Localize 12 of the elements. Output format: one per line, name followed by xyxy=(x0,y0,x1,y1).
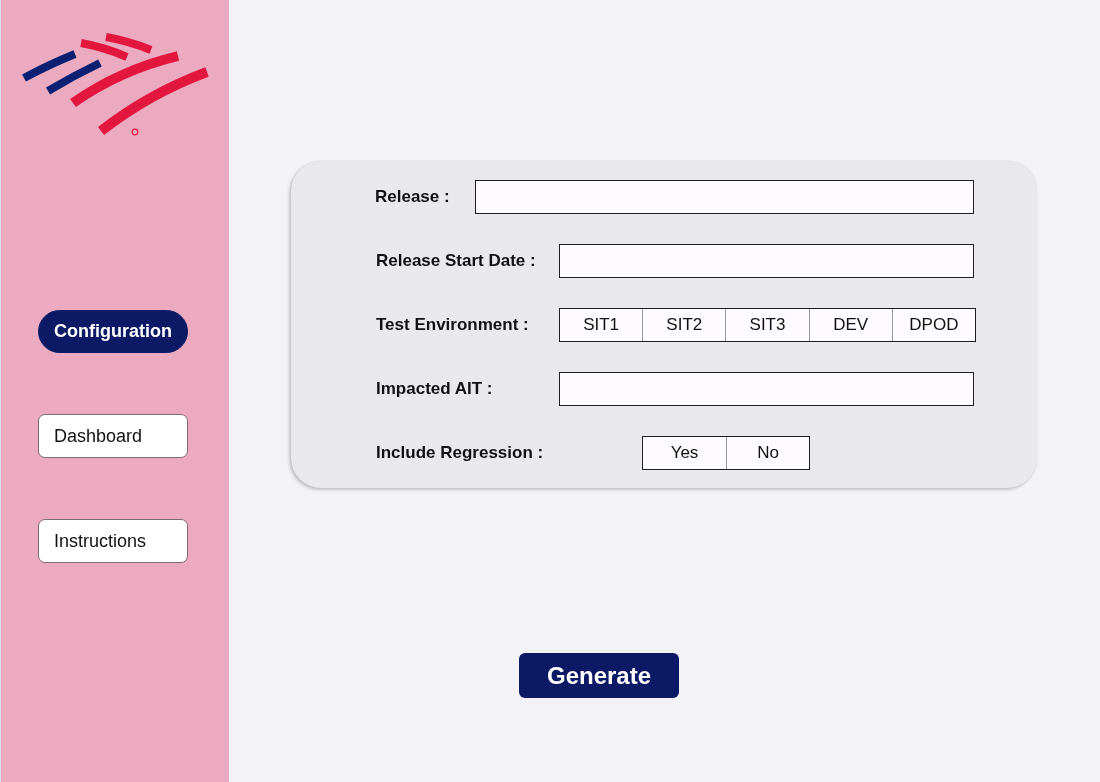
nav-item[interactable]: Dashboard xyxy=(38,414,188,458)
field-label: Test Environment : xyxy=(375,315,530,335)
generate-button[interactable]: Generate xyxy=(519,653,679,698)
input-field[interactable] xyxy=(475,180,974,214)
field-label: Release : xyxy=(375,187,451,207)
field-label: Impacted AIT : xyxy=(375,379,494,399)
field-label: Release Start Date : xyxy=(375,251,537,271)
nav-item[interactable]: Instructions xyxy=(38,519,188,563)
input-field[interactable] xyxy=(559,372,974,406)
nav-item[interactable]: Configuration xyxy=(38,310,188,353)
field-label: Include Regression : xyxy=(375,443,545,463)
input-field[interactable] xyxy=(559,244,974,278)
